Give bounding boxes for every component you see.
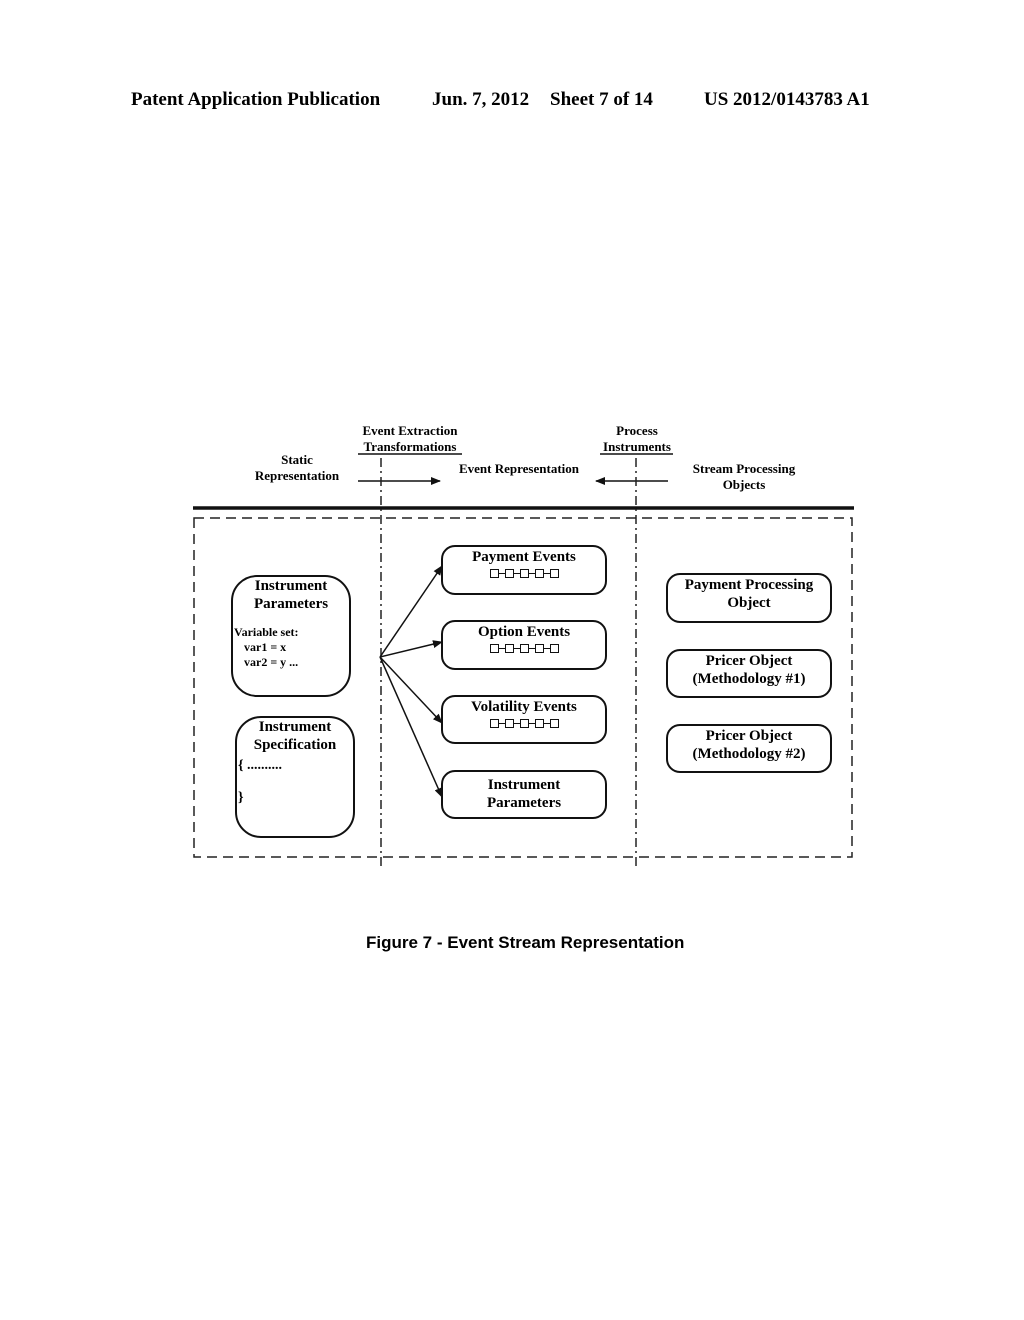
volatility-events-box: Volatility Events <box>441 695 607 744</box>
instrument-parameters-event-label-1: Instrument <box>487 777 561 793</box>
stream-label-line1: Stream Processing <box>692 461 796 476</box>
event-chain-icon <box>443 719 605 728</box>
payment-events-box: Payment Events <box>441 545 607 595</box>
option-events-label: Option Events <box>477 624 571 640</box>
payment-events-label: Payment Events <box>472 549 576 565</box>
pricer-object-2-label-2: (Methodology #2) <box>692 746 806 762</box>
pricer-object-1-label-2: (Methodology #1) <box>692 671 806 687</box>
static-label-line1: Static <box>281 452 313 467</box>
stream-label-line2: Objects <box>722 477 766 492</box>
extraction-label-line1: Event Extraction <box>362 423 458 438</box>
instrument-parameters-event-box: Instrument Parameters <box>441 770 607 819</box>
volatility-events-label: Volatility Events <box>471 699 577 715</box>
figure-caption: Figure 7 - Event Stream Representation <box>366 933 685 952</box>
patent-number: US 2012/0143783 A1 <box>704 89 870 110</box>
payment-processing-object-label-2: Object <box>727 595 771 611</box>
instrument-parameters-event-label-2: Parameters <box>486 795 562 811</box>
event-extraction-label: Event Extraction Transformations <box>352 423 468 455</box>
instrument-specification-box: Instrument Specification { .......... } <box>235 716 355 838</box>
publication-label: Patent Application Publication <box>131 89 381 110</box>
instrument-parameters-title-2: Parameters <box>253 596 329 612</box>
payment-processing-object-label-1: Payment Processing <box>684 577 814 593</box>
fan-arrow-volatility <box>379 656 443 724</box>
event-representation-label: Event Representation <box>458 461 579 476</box>
var1-line: var1 = x <box>244 640 287 654</box>
spec-close-brace: } <box>238 790 244 805</box>
static-representation-label: Static Representation <box>243 452 351 484</box>
fan-arrow-parameters <box>379 656 443 798</box>
static-label-line2: Representation <box>254 468 340 483</box>
option-events-box: Option Events <box>441 620 607 670</box>
event-chain-icon <box>443 569 605 578</box>
fan-arrow-option <box>379 640 443 658</box>
stream-processing-label: Stream Processing Objects <box>680 461 808 493</box>
pricer-object-1-label-1: Pricer Object <box>705 653 793 669</box>
extraction-label-line2: Transformations <box>363 439 457 454</box>
process-instruments-label: Process Instruments <box>596 423 678 455</box>
publication-date: Jun. 7, 2012 <box>432 89 530 110</box>
process-label-line1: Process <box>616 423 658 438</box>
spec-open-brace: { .......... <box>238 758 283 773</box>
instrument-specification-title-1: Instrument <box>258 719 332 735</box>
payment-processing-object-box: Payment Processing Object <box>666 573 832 623</box>
process-label-line2: Instruments <box>603 439 671 454</box>
sheet-number: Sheet 7 of 14 <box>550 89 653 110</box>
instrument-parameters-box: Instrument Parameters Variable set: var1… <box>231 575 351 697</box>
variable-set-label: Variable set: <box>234 625 299 639</box>
pricer-object-2-box: Pricer Object (Methodology #2) <box>666 724 832 773</box>
variable-set-block: Variable set: var1 = x var2 = y ... <box>233 625 349 670</box>
instrument-specification-title-2: Specification <box>253 737 337 753</box>
pricer-object-1-box: Pricer Object (Methodology #1) <box>666 649 832 698</box>
pricer-object-2-label-1: Pricer Object <box>705 728 793 744</box>
fan-arrow-payment <box>379 565 443 658</box>
event-chain-icon <box>443 644 605 653</box>
var2-line: var2 = y ... <box>244 655 299 669</box>
instrument-parameters-title-1: Instrument <box>254 578 328 594</box>
